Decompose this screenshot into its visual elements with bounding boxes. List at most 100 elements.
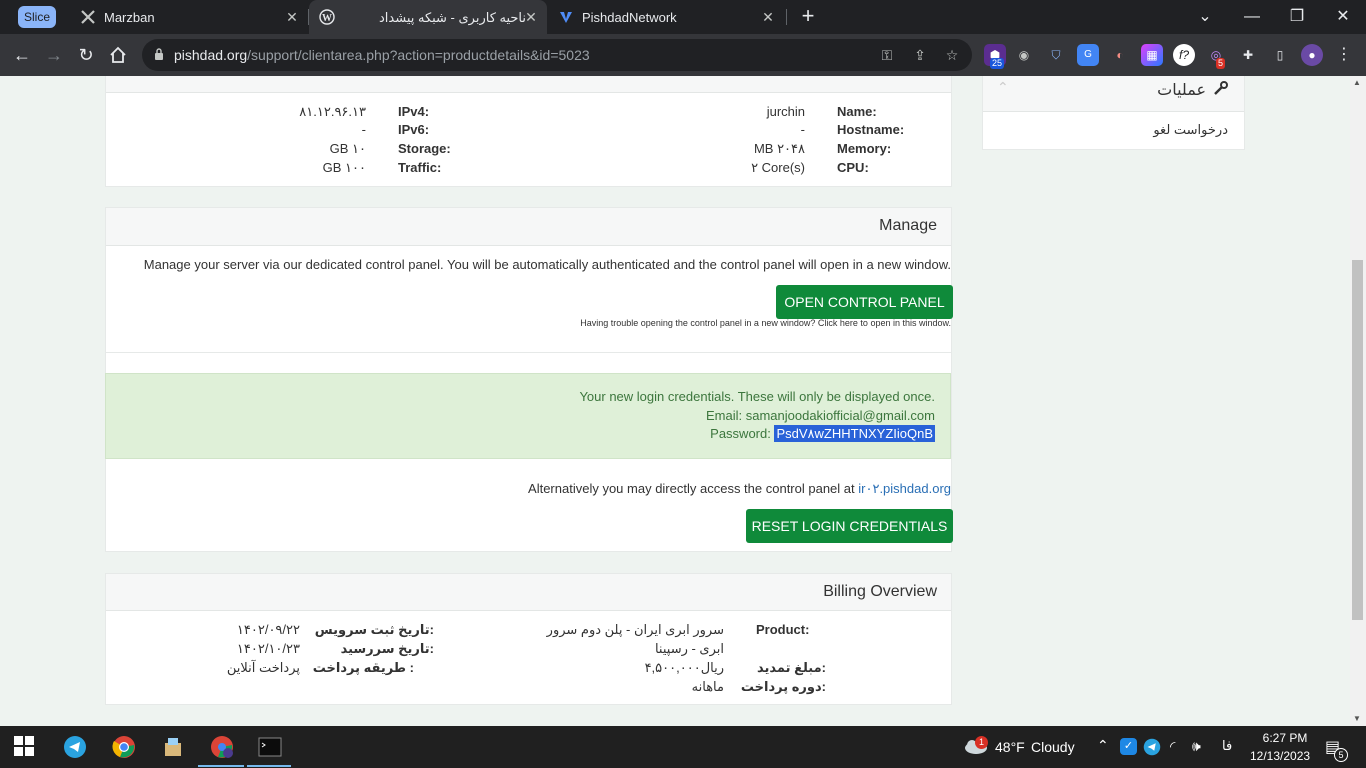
ipv6-label: IPv6: <box>398 122 430 137</box>
storage-label: Storage: <box>398 141 451 156</box>
camera-icon[interactable]: ◉ <box>1013 44 1035 66</box>
notification-count-badge: 5 <box>1334 748 1348 762</box>
restore-button[interactable]: ❐ <box>1285 5 1309 29</box>
close-icon[interactable]: ✕ <box>284 9 300 25</box>
slice-tab-group[interactable]: Slice <box>18 6 57 28</box>
puzzle-icon[interactable]: ✚ <box>1237 44 1259 66</box>
traffic-label: Traffic: <box>398 160 442 175</box>
alt-access-text: Alternatively you may directly access th… <box>528 481 951 497</box>
terminal-icon[interactable] <box>258 735 282 759</box>
billing-overview-card: Billing Overview Product: سرور ابری ایرا… <box>105 573 952 705</box>
translate-icon[interactable]: G <box>1077 44 1099 66</box>
reload-button[interactable]: ↻ <box>74 43 98 67</box>
product-value-line-1: سرور ابری ایران - پلن دوم سرور <box>546 622 724 637</box>
marzban-icon <box>80 9 96 25</box>
registration-date-value: ۱۴۰۲/۰۹/۲۲ <box>236 622 300 637</box>
server-info-card: Name: jurchin Hostname: - Memory: MB ۲۰۴… <box>105 76 952 187</box>
vercel-icon <box>558 9 574 25</box>
memory-value: MB ۲۰۴۸ <box>753 141 805 156</box>
open-control-panel-button[interactable]: OPEN CONTROL PANEL <box>776 285 953 319</box>
close-window-button[interactable]: ✕ <box>1331 5 1355 29</box>
billing-title: Billing Overview <box>106 574 951 611</box>
credentials-intro: Your new login credentials. These will o… <box>579 389 935 404</box>
telegram-tray-icon[interactable] <box>1143 738 1161 756</box>
sidebar-header: عملیات ⌃ <box>983 76 1244 112</box>
wordpress-icon: W <box>319 9 335 25</box>
hostname-value: - <box>800 122 805 137</box>
open-in-same-window-link[interactable]: Having trouble opening the control panel… <box>580 318 951 328</box>
tray-chevron-up-icon[interactable]: ⌃ <box>1097 737 1109 754</box>
sidebar-item-cancel-request[interactable]: درخواست لغو <box>1153 122 1228 138</box>
wifi-icon[interactable]: ◜ <box>1170 738 1175 755</box>
url-path: /support/clientarea.php?action=productde… <box>247 47 590 63</box>
name-value: jurchin <box>766 104 805 119</box>
password-value[interactable]: PsdV۸wZHHTNXYZIioQnB <box>774 425 935 442</box>
more-menu-icon[interactable]: ⋮ <box>1333 44 1355 66</box>
reset-login-credentials-button[interactable]: RESET LOGIN CREDENTIALS <box>746 509 953 543</box>
tab-divider <box>786 9 787 25</box>
billing-period-value: ماهانه <box>691 679 724 694</box>
chevron-up-icon[interactable]: ⌃ <box>997 79 1009 96</box>
product-value-line-2: ابری - رسپینا <box>654 641 724 656</box>
tab-pishdad-client-area[interactable]: W ناحیه کاربری - شبکه پیشداد ✕ <box>309 0 547 34</box>
page-scrollbar[interactable]: ▲ ▼ <box>1350 76 1366 726</box>
close-icon[interactable]: ✕ <box>760 9 776 25</box>
credentials-password-line: Password: PsdV۸wZHHTNXYZIioQnB <box>710 425 935 442</box>
control-panel-link[interactable]: ir۰۲.pishdad.org <box>858 481 951 496</box>
home-button[interactable] <box>106 43 130 67</box>
minimize-button[interactable]: — <box>1240 5 1264 29</box>
tab-label: PishdadNetwork <box>582 10 677 25</box>
avatar[interactable]: ● <box>1301 44 1323 66</box>
scroll-up-arrow-icon[interactable]: ▲ <box>1353 78 1361 87</box>
manage-description: Manage your server via our dedicated con… <box>143 257 951 272</box>
record-icon[interactable]: ◐ <box>1109 44 1131 66</box>
sidebar-actions-card: عملیات ⌃ درخواست لغو <box>982 76 1245 150</box>
card-header <box>106 76 951 93</box>
scrollbar-thumb[interactable] <box>1352 260 1363 620</box>
weather-description[interactable]: Cloudy <box>1031 739 1075 755</box>
extension-badge: 25 <box>990 58 1005 69</box>
scroll-down-arrow-icon[interactable]: ▼ <box>1353 714 1361 723</box>
registration-date-label: تاریخ ثبت سرویس: <box>314 622 434 637</box>
active-app-indicator <box>198 765 244 767</box>
tab-label: ناحیه کاربری - شبکه پیشداد <box>379 10 527 25</box>
tab-label: Marzban <box>104 10 155 25</box>
payment-method-value: پرداخت آنلاین <box>226 660 300 675</box>
billing-period-label: دوره پرداخت: <box>740 679 826 694</box>
chrome-profile-icon[interactable] <box>210 735 234 759</box>
formula-icon[interactable]: f? <box>1173 44 1195 66</box>
windows-taskbar: 1 48°F Cloudy ⌃ ✓ ◜ 🕪 فا 6:27 PM 12/13/2… <box>0 726 1366 768</box>
privacy-shield-icon[interactable]: ⛉ <box>1045 44 1067 66</box>
clock-date[interactable]: 12/13/2023 <box>1250 749 1310 763</box>
side-panel-icon[interactable]: ▯ <box>1269 44 1291 66</box>
address-bar[interactable]: pishdad.org/support/clientarea.php?actio… <box>142 39 972 71</box>
vpn-check-icon[interactable]: ✓ <box>1120 738 1137 755</box>
clock-time[interactable]: 6:27 PM <box>1257 731 1313 745</box>
cpu-value: ۲ Core(s) <box>751 160 805 175</box>
close-icon[interactable]: ✕ <box>523 9 539 25</box>
new-tab-button[interactable]: + <box>797 5 819 28</box>
chrome-icon[interactable] <box>112 735 136 759</box>
ipv4-label: IPv4: <box>398 104 430 119</box>
bookmark-star-icon[interactable]: ☆ <box>941 44 963 66</box>
tab-search-chevron-icon[interactable]: ⌄ <box>1193 5 1217 29</box>
volume-icon[interactable]: 🕪 <box>1192 738 1201 755</box>
weather-temperature[interactable]: 48°F <box>995 739 1025 755</box>
installer-icon[interactable] <box>161 735 185 759</box>
forward-button[interactable]: → <box>42 43 66 67</box>
active-app-indicator <box>247 765 291 767</box>
tab-pishdadnetwork[interactable]: PishdadNetwork ✕ <box>548 0 784 34</box>
grid-extension-icon[interactable]: ▦ <box>1141 44 1163 66</box>
wrench-icon <box>1214 81 1228 95</box>
back-button[interactable]: ← <box>10 43 34 67</box>
share-icon[interactable]: ⇪ <box>909 44 931 66</box>
divider <box>106 352 951 353</box>
windows-start-icon[interactable] <box>13 735 37 759</box>
tab-marzban[interactable]: Marzban ✕ <box>68 0 308 34</box>
telegram-icon[interactable] <box>63 735 87 759</box>
keyboard-language[interactable]: فا <box>1222 738 1232 754</box>
product-label: Product: <box>756 622 810 637</box>
key-icon[interactable]: ⚿ <box>876 44 898 66</box>
due-date-value: ۱۴۰۲/۱۰/۲۳ <box>236 641 300 656</box>
ipv6-value: - <box>361 122 366 137</box>
